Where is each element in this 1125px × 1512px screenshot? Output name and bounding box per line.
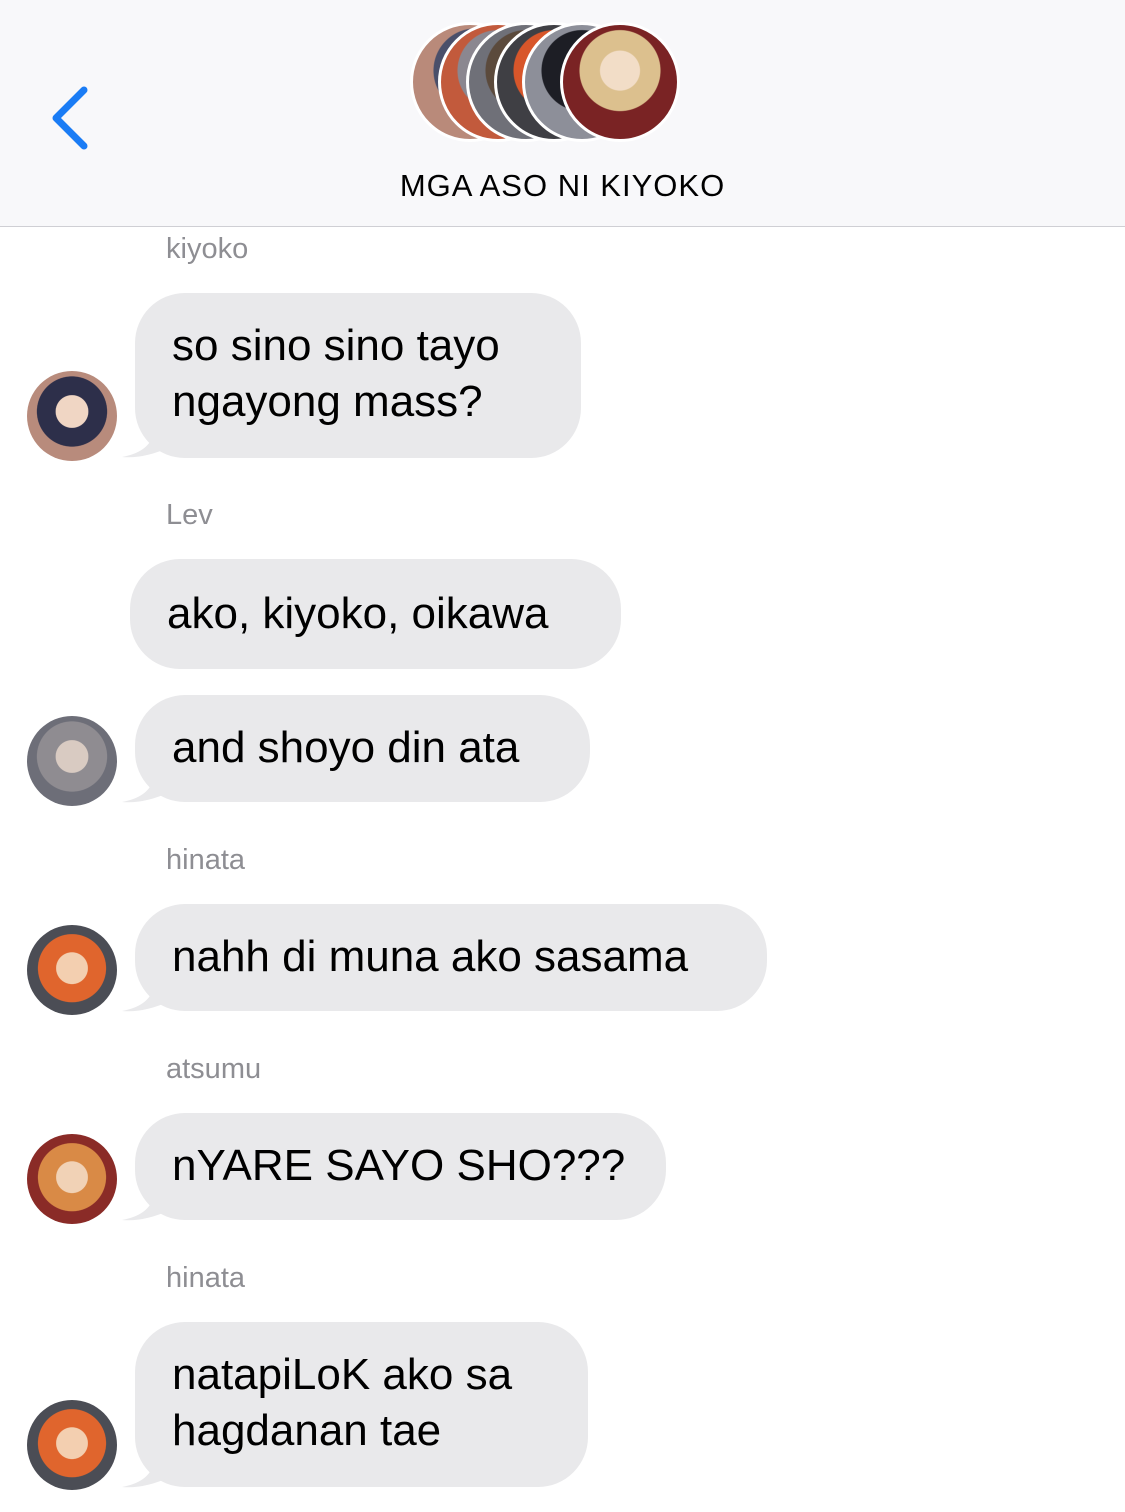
- avatar-lev[interactable]: [27, 716, 117, 806]
- avatar-hinata[interactable]: [27, 1400, 117, 1490]
- bubble-tail: [122, 762, 170, 803]
- message-list: kiyoko so sino sino tayo ngayong mass? L…: [0, 227, 1125, 1512]
- avatar-hinata[interactable]: [27, 925, 117, 1015]
- message-text: ngayong mass?: [172, 377, 483, 426]
- message-text: ako, kiyoko, oikawa: [167, 589, 549, 638]
- sender-label: hinata: [166, 844, 246, 876]
- group-avatar-stack[interactable]: [410, 22, 720, 152]
- message-bubble[interactable]: nahh di muna ako sasama: [135, 904, 767, 1011]
- message-text: nahh di muna ako sasama: [172, 932, 689, 981]
- message-bubble[interactable]: ako, kiyoko, oikawa: [130, 559, 621, 669]
- message-bubble[interactable]: nYARE SAYO SHO???: [135, 1113, 666, 1220]
- bubble-tail: [122, 417, 170, 458]
- chevron-left-icon: [52, 86, 88, 150]
- avatar-atsumu[interactable]: [27, 1134, 117, 1224]
- chat-header: MGA ASO NI KIYOKO: [0, 0, 1125, 227]
- message-text: so sino sino tayo: [172, 321, 500, 370]
- message-text: hagdanan tae: [172, 1406, 442, 1455]
- message-text: natapiLoK ako sa: [172, 1350, 513, 1399]
- bubble-tail: [122, 1180, 170, 1221]
- message-bubble[interactable]: natapiLoK ako sa hagdanan tae: [135, 1322, 588, 1487]
- sender-label: Lev: [166, 499, 213, 531]
- group-avatar-kenma: [560, 22, 680, 142]
- bubble-tail: [122, 1447, 170, 1488]
- message-bubble[interactable]: and shoyo din ata: [135, 695, 590, 802]
- avatar-kiyoko[interactable]: [27, 371, 117, 461]
- bubble-tail: [122, 971, 170, 1012]
- chat-title[interactable]: MGA ASO NI KIYOKO: [0, 168, 1125, 204]
- sender-label: atsumu: [166, 1053, 262, 1085]
- message-bubble[interactable]: so sino sino tayo ngayong mass?: [135, 293, 581, 458]
- sender-label: hinata: [166, 1262, 246, 1294]
- message-text: nYARE SAYO SHO???: [172, 1141, 626, 1190]
- message-text: and shoyo din ata: [172, 723, 520, 772]
- sender-label: kiyoko: [166, 233, 249, 265]
- back-button[interactable]: [44, 80, 104, 160]
